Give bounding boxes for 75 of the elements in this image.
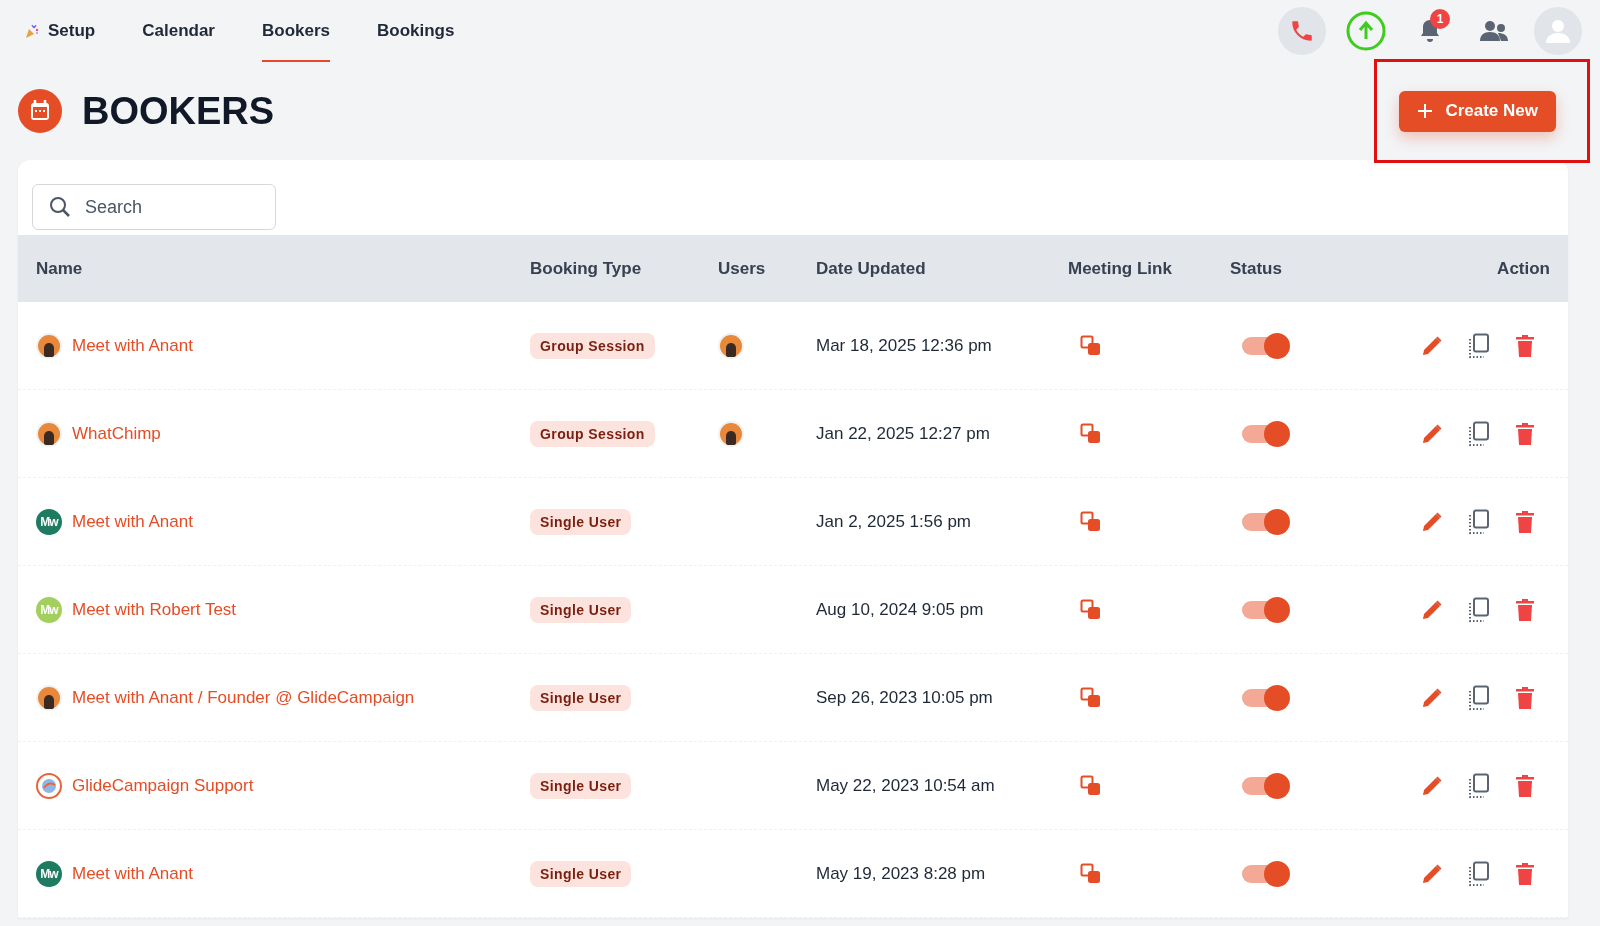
plus-icon	[1417, 103, 1434, 119]
column-header: Status	[1230, 258, 1283, 279]
nav-tab[interactable]: Bookings	[377, 0, 455, 62]
booking-type-tag: Single User	[530, 596, 632, 623]
duplicate-icon[interactable]	[1468, 420, 1490, 447]
booker-link[interactable]: Meet with Anant	[72, 335, 193, 356]
booker-link[interactable]: Meet with Anant	[72, 511, 193, 532]
booking-type-tag: Group Session	[530, 420, 655, 447]
booker-link[interactable]: Meet with Anant / Founder @ GlideCampaign	[72, 687, 415, 708]
copy-link-icon[interactable]	[1080, 598, 1102, 621]
column-header: Booking Type	[530, 258, 643, 279]
logo-icon	[36, 772, 62, 799]
booking-type-tag: Single User	[530, 860, 632, 887]
nav-tab[interactable]: Calendar	[142, 0, 215, 62]
page-title: BOOKERS	[82, 89, 275, 133]
avatar: Mw	[36, 860, 62, 887]
booker-link[interactable]: Meet with Robert Test	[72, 599, 237, 620]
delete-icon[interactable]	[1514, 597, 1536, 622]
phone-button[interactable]	[1278, 7, 1326, 55]
column-header: Meeting Link	[1068, 258, 1173, 279]
user-icon	[1544, 17, 1572, 45]
column-header: Name	[36, 258, 84, 279]
people-icon	[1479, 19, 1509, 43]
column-header: Action	[1496, 258, 1550, 279]
create-new-button[interactable]: Create New	[1399, 90, 1556, 132]
party-popper-icon	[24, 23, 40, 39]
column-header: Date Updated	[816, 258, 927, 279]
search-field[interactable]: Search	[32, 184, 276, 230]
copy-link-icon[interactable]	[1080, 334, 1102, 357]
delete-icon[interactable]	[1514, 773, 1536, 798]
copy-link-icon[interactable]	[1080, 774, 1102, 797]
duplicate-icon[interactable]	[1468, 332, 1490, 359]
booking-type-tag: Group Session	[530, 332, 655, 359]
booker-link[interactable]: GlideCampaign Support	[72, 775, 254, 796]
duplicate-icon[interactable]	[1468, 860, 1490, 887]
avatar-photo-placeholder	[718, 420, 744, 447]
copy-link-icon[interactable]	[1080, 686, 1102, 709]
delete-icon[interactable]	[1514, 685, 1536, 710]
copy-link-icon[interactable]	[1080, 422, 1102, 445]
avatar: Mw	[36, 508, 62, 535]
delete-icon[interactable]	[1514, 333, 1536, 358]
duplicate-icon[interactable]	[1468, 772, 1490, 799]
date-updated: Mar 18, 2025 12:36 pm	[816, 335, 992, 356]
duplicate-icon[interactable]	[1468, 684, 1490, 711]
copy-link-icon[interactable]	[1080, 510, 1102, 533]
date-updated: Aug 10, 2024 9:05 pm	[816, 599, 984, 620]
calendar-icon	[18, 89, 62, 133]
nav-tab[interactable]: Setup	[24, 0, 96, 62]
booking-type-tag: Single User	[530, 772, 632, 799]
avatar-photo-placeholder	[36, 420, 62, 447]
column-header: Users	[718, 258, 767, 279]
copy-link-icon[interactable]	[1080, 862, 1102, 885]
booker-link[interactable]: Meet with Anant	[72, 863, 193, 884]
date-updated: Sep 26, 2023 10:05 pm	[816, 687, 993, 708]
notification-badge: 1	[1430, 9, 1450, 29]
booker-link[interactable]: WhatChimp	[72, 423, 161, 444]
date-updated: Jan 22, 2025 12:27 pm	[816, 423, 990, 444]
booking-type-tag: Single User	[530, 508, 632, 535]
duplicate-icon[interactable]	[1468, 508, 1490, 535]
avatar-photo-placeholder	[36, 332, 62, 359]
booking-type-tag: Single User	[530, 684, 632, 711]
duplicate-icon[interactable]	[1468, 596, 1490, 623]
nav-tab[interactable]: Bookers	[262, 0, 330, 62]
date-updated: May 22, 2023 10:54 am	[816, 775, 995, 796]
avatar: Mw	[36, 596, 62, 623]
notifications-button[interactable]: 1	[1406, 7, 1454, 55]
search-icon	[49, 196, 71, 218]
date-updated: Jan 2, 2025 1:56 pm	[816, 511, 971, 532]
date-updated: May 19, 2023 8:28 pm	[816, 863, 986, 884]
delete-icon[interactable]	[1514, 509, 1536, 534]
delete-icon[interactable]	[1514, 861, 1536, 886]
avatar-photo-placeholder	[718, 332, 744, 359]
phone-icon	[1289, 18, 1315, 44]
delete-icon[interactable]	[1514, 421, 1536, 446]
avatar-photo-placeholder	[36, 684, 62, 711]
